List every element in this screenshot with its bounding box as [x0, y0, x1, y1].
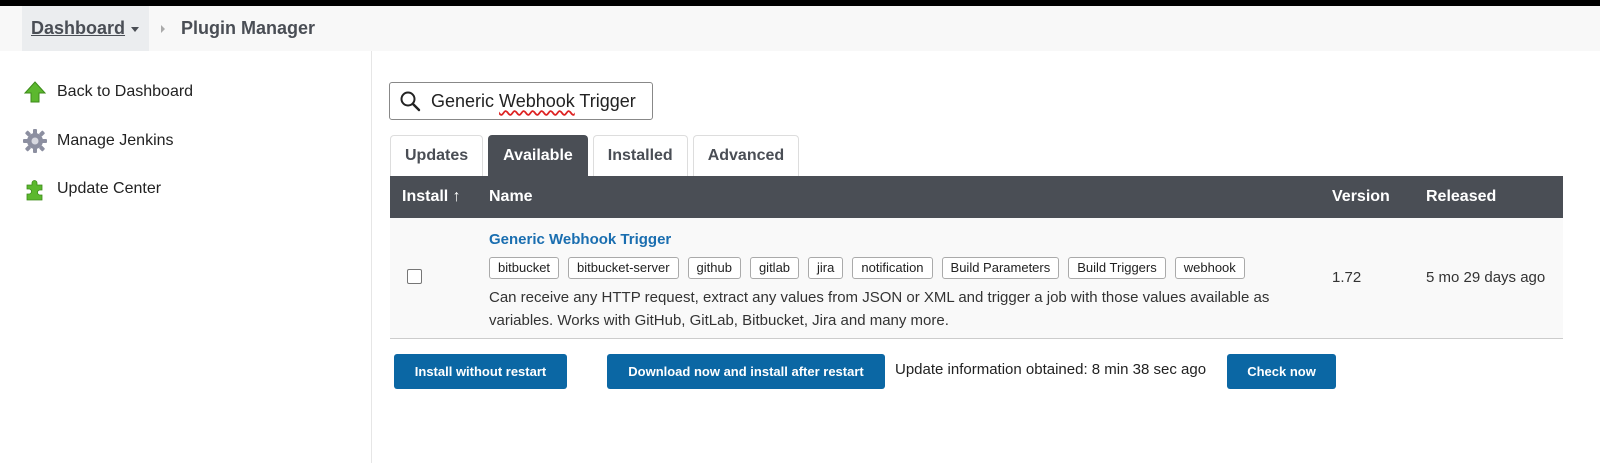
breadcrumb-dashboard-label[interactable]: Dashboard — [31, 18, 125, 39]
plugin-label[interactable]: Build Parameters — [941, 257, 1060, 279]
plugin-search-input[interactable]: Generic Webhook Trigger — [389, 82, 653, 120]
install-checkbox[interactable] — [407, 269, 422, 284]
table-row: Generic Webhook Trigger bitbucket bitbuc… — [390, 218, 1563, 339]
gear-icon — [22, 128, 48, 154]
sidebar-item-label[interactable]: Update Center — [57, 180, 161, 198]
column-header-version[interactable]: Version — [1332, 188, 1426, 206]
plugin-description-line: Can receive any HTTP request, extract an… — [489, 289, 1270, 306]
download-install-after-restart-button[interactable]: Download now and install after restart — [607, 354, 885, 389]
install-without-restart-button[interactable]: Install without restart — [394, 354, 567, 389]
plugin-version: 1.72 — [1332, 269, 1362, 286]
check-now-button[interactable]: Check now — [1227, 354, 1336, 389]
sidebar: Back to Dashboard Manage Jenkins Update … — [0, 51, 372, 463]
plugin-label[interactable]: Build Triggers — [1068, 257, 1166, 279]
tab-updates[interactable]: Updates — [390, 135, 484, 176]
sidebar-item-manage-jenkins[interactable]: Manage Jenkins — [22, 128, 174, 154]
chevron-down-icon[interactable] — [131, 27, 140, 32]
sidebar-item-label[interactable]: Back to Dashboard — [57, 83, 193, 101]
tab-available[interactable]: Available — [488, 135, 588, 176]
plugin-label[interactable]: bitbucket-server — [568, 257, 679, 279]
up-arrow-icon — [22, 79, 48, 105]
plugin-label[interactable]: bitbucket — [489, 257, 560, 279]
plugin-label[interactable]: notification — [852, 257, 933, 279]
search-icon — [399, 90, 421, 112]
sidebar-item-label[interactable]: Manage Jenkins — [57, 132, 174, 150]
sidebar-item-back-to-dashboard[interactable]: Back to Dashboard — [22, 79, 193, 105]
column-header-install[interactable]: Install ↑ — [390, 188, 489, 206]
tab-bar: Updates Available Installed Advanced — [390, 135, 804, 176]
breadcrumb-dashboard[interactable]: Dashboard — [22, 6, 150, 51]
plugin-label[interactable]: jira — [808, 257, 844, 279]
table-header: Install ↑ Name Version Released — [390, 176, 1563, 218]
tab-advanced[interactable]: Advanced — [692, 135, 800, 176]
puzzle-icon — [22, 176, 48, 202]
plugin-labels: bitbucket bitbucket-server github gitlab… — [489, 257, 1254, 279]
breadcrumb: Dashboard Plugin Manager — [0, 6, 1600, 51]
sidebar-item-update-center[interactable]: Update Center — [22, 176, 161, 202]
update-info-text: Update information obtained: 8 min 38 se… — [895, 361, 1207, 378]
breadcrumb-separator-icon — [161, 24, 166, 33]
search-value[interactable]: Generic Webhook Trigger — [431, 91, 636, 112]
plugin-table: Install ↑ Name Version Released Generic … — [390, 176, 1563, 339]
plugin-label[interactable]: gitlab — [749, 257, 800, 279]
plugin-name-link[interactable]: Generic Webhook Trigger — [489, 231, 671, 248]
plugin-description: Can receive any HTTP request, extract an… — [489, 286, 1299, 332]
column-header-name[interactable]: Name — [489, 188, 1332, 206]
column-header-released[interactable]: Released — [1426, 188, 1496, 206]
plugin-label[interactable]: github — [687, 257, 741, 279]
tab-installed[interactable]: Installed — [592, 135, 688, 176]
plugin-label[interactable]: webhook — [1174, 257, 1245, 279]
plugin-description-line: variables. Works with GitHub, GitLab, Bi… — [489, 312, 949, 329]
plugin-released: 5 mo 29 days ago — [1426, 269, 1546, 286]
breadcrumb-current: Plugin Manager — [181, 18, 316, 38]
